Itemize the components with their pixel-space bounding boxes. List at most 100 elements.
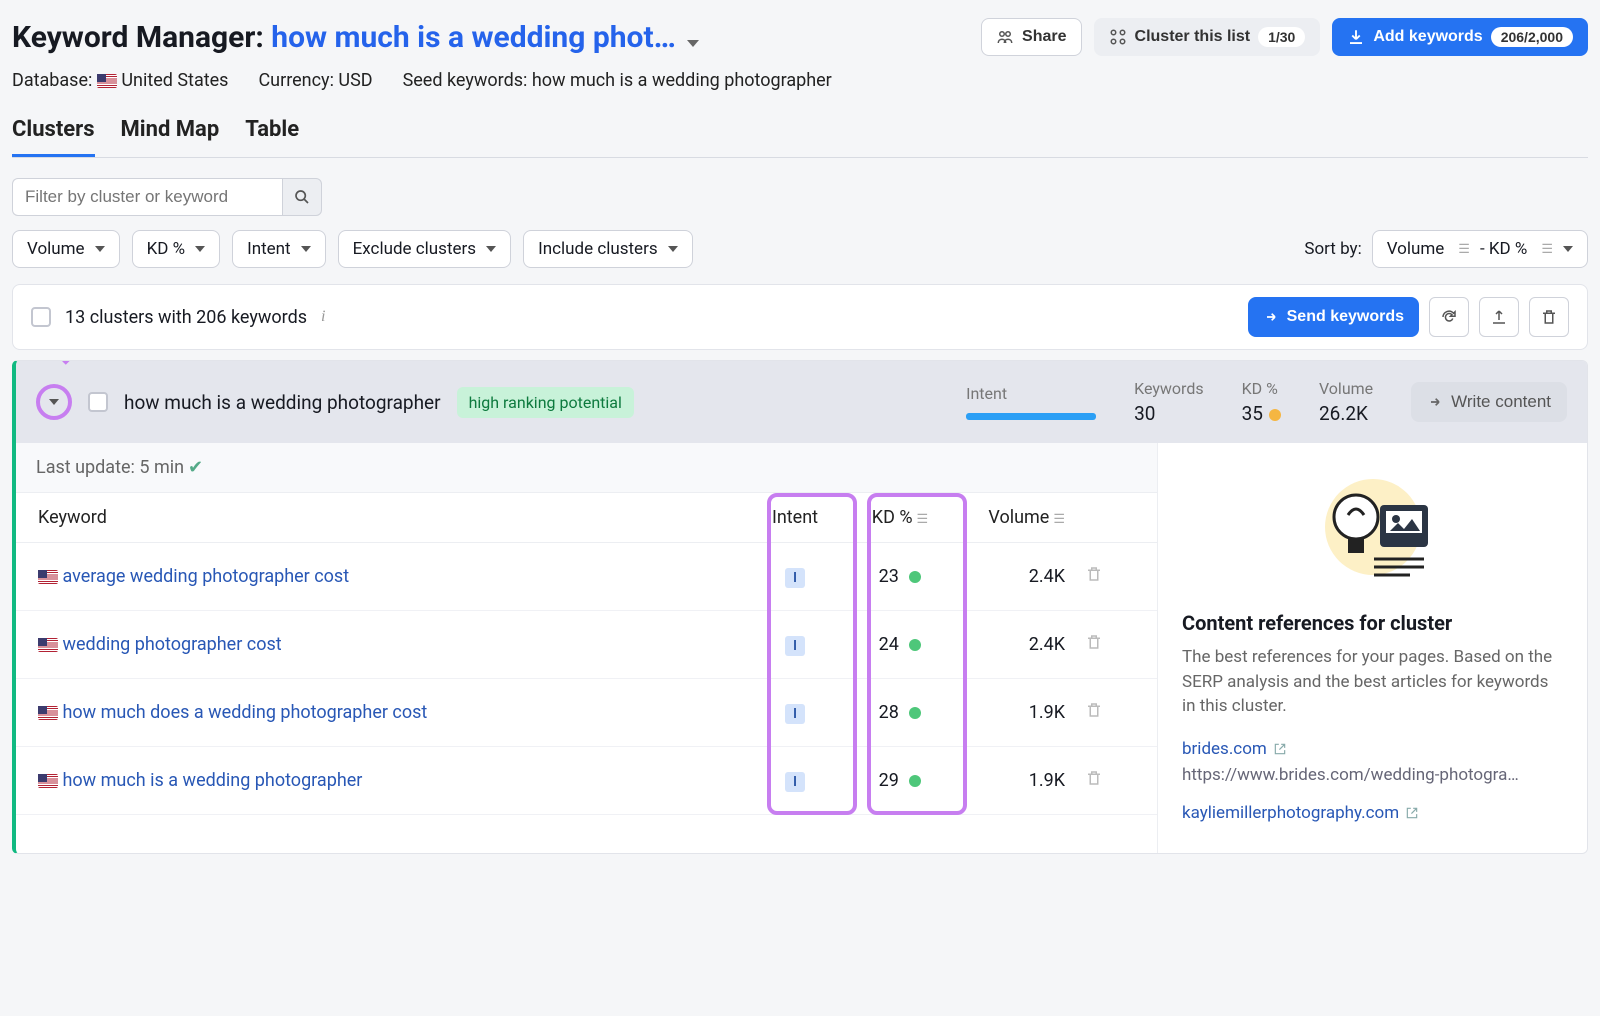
currency-value: USD [338,70,372,91]
ranking-potential-badge: high ranking potential [457,387,634,418]
cluster-list-button[interactable]: Cluster this list 1/30 [1094,18,1321,56]
kd-dot-icon [909,571,921,583]
trash-icon [1085,633,1103,651]
chevron-down-icon [95,246,105,252]
sort-by-label: Sort by: [1304,239,1361,259]
cluster-name: how much is a wedding photographer [124,391,441,414]
kd-stat-value: 35 [1242,402,1263,425]
intent-chip: I [785,772,805,792]
page-title-prefix: Keyword Manager: [12,20,264,55]
col-volume[interactable]: Volume☰ [955,507,1085,528]
cluster-icon [1109,28,1127,46]
filter-search-button[interactable] [282,178,322,216]
us-flag-icon [38,706,58,720]
reference-link[interactable]: brides.com [1182,739,1563,759]
write-content-button[interactable]: Write content [1411,382,1567,422]
add-keywords-badge: 206/2,000 [1491,27,1573,47]
send-keywords-button[interactable]: Send keywords [1248,297,1419,337]
volume-value: 2.4K [955,634,1085,655]
last-update: Last update: 5 min [36,457,184,478]
trash-icon [1085,701,1103,719]
database-value: United States [121,70,228,91]
intent-chip: I [785,636,805,656]
list-name-link[interactable]: how much is a wedding phot… [271,20,676,55]
delete-button[interactable] [1529,297,1569,337]
volume-stat-value: 26.2K [1319,402,1373,425]
chevron-down-icon [1563,246,1573,252]
clusters-summary: 13 clusters with 206 keywords [65,307,307,328]
keyword-link[interactable]: how much does a wedding photographer cos… [62,702,427,723]
row-delete-button[interactable] [1085,769,1135,792]
list-dropdown-chevron-icon[interactable] [687,40,699,47]
content-illustration [1182,467,1563,591]
exclude-clusters-filter[interactable]: Exclude clusters [338,230,511,268]
select-all-checkbox[interactable] [31,307,51,327]
table-row: how much is a wedding photographer I 29 … [16,747,1157,815]
tab-clusters[interactable]: Clusters [12,111,95,157]
database-label: Database: [12,70,92,91]
keyword-link[interactable]: how much is a wedding photographer [62,770,362,791]
kd-dot-icon [909,775,921,787]
row-delete-button[interactable] [1085,633,1135,656]
reference-url: https://www.brides.com/wedding-photogra… [1182,765,1563,785]
external-link-icon [1273,742,1287,756]
external-link-icon [1405,806,1419,820]
intent-filter[interactable]: Intent [232,230,326,268]
chevron-down-icon [486,246,496,252]
keyword-link[interactable]: wedding photographer cost [62,634,281,655]
kd-dot-icon [909,639,921,651]
kd-stat-label: KD % [1242,379,1281,398]
tab-mindmap[interactable]: Mind Map [121,111,220,157]
expand-cluster-toggle[interactable] [36,384,72,420]
chevron-down-icon [195,246,205,252]
us-flag-icon [38,638,58,652]
filter-input[interactable] [12,178,282,216]
sort-dropdown[interactable]: Volume☰ - KD %☰ [1372,230,1588,268]
col-keyword[interactable]: Keyword [38,507,745,528]
export-button[interactable] [1479,297,1519,337]
row-delete-button[interactable] [1085,565,1135,588]
table-row: average wedding photographer cost I 23 2… [16,543,1157,611]
trash-icon [1540,308,1558,326]
us-flag-icon [97,74,117,88]
sort-icon: ☰ [917,512,929,527]
share-button[interactable]: Share [981,18,1081,56]
refresh-icon [1440,308,1458,326]
arrow-icon [1263,309,1279,325]
content-references-desc: The best references for your pages. Base… [1182,645,1563,719]
sort-icon: ☰ [1053,512,1065,527]
arrow-icon [1427,394,1443,410]
include-clusters-filter[interactable]: Include clusters [523,230,693,268]
keywords-stat-value: 30 [1134,402,1204,425]
download-icon [1347,28,1365,46]
kd-value: 28 [879,702,899,723]
kd-dot-icon [1269,409,1281,421]
people-icon [996,28,1014,46]
sort-desc-icon: ☰ [1541,242,1553,257]
keyword-link[interactable]: average wedding photographer cost [62,566,349,587]
add-keywords-button[interactable]: Add keywords 206/2,000 [1332,18,1588,56]
col-intent[interactable]: Intent [745,507,845,528]
seed-value: how much is a wedding photographer [532,70,832,91]
annotation-arrow-icon [52,360,142,377]
col-kd[interactable]: KD %☰ [845,507,955,528]
info-icon[interactable]: i [321,308,325,326]
reference-link[interactable]: kayliemillerphotography.com [1182,803,1563,823]
kd-filter[interactable]: KD % [132,230,221,268]
cluster-checkbox[interactable] [88,392,108,412]
kd-dot-icon [909,707,921,719]
trash-icon [1085,769,1103,787]
volume-filter[interactable]: Volume [12,230,120,268]
row-delete-button[interactable] [1085,701,1135,724]
tab-table[interactable]: Table [245,111,299,157]
volume-value: 2.4K [955,566,1085,587]
trash-icon [1085,565,1103,583]
search-icon [294,189,310,205]
chevron-down-icon [668,246,678,252]
volume-value: 1.9K [955,702,1085,723]
cluster-list-label: Cluster this list [1135,28,1251,46]
check-icon: ✔ [188,457,203,478]
refresh-button[interactable] [1429,297,1469,337]
intent-chip: I [785,568,805,588]
chevron-down-icon [49,399,59,405]
